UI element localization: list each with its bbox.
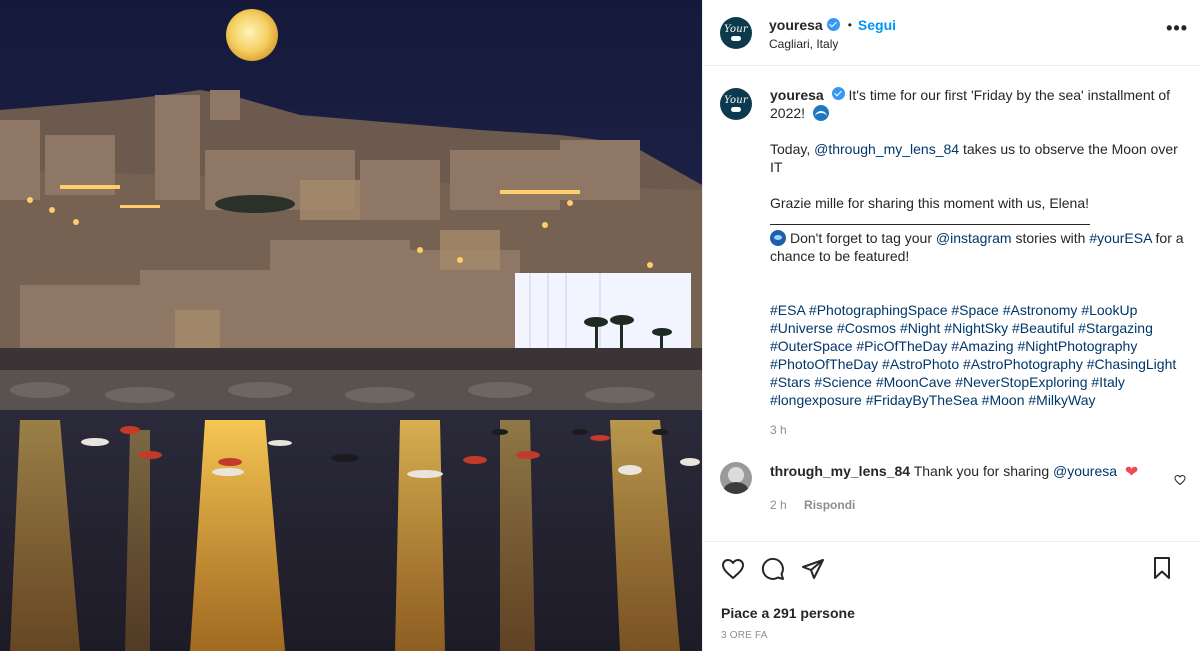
avatar-logo-mark: [731, 35, 741, 41]
instagram-post: Your youresa • Segui Cagliari, Italy •••…: [0, 0, 1200, 651]
more-options-icon[interactable]: •••: [1166, 18, 1188, 38]
avatar-logo-text: Your: [724, 23, 748, 35]
header-separator: •: [847, 17, 852, 32]
mention-instagram[interactable]: @instagram: [936, 230, 1012, 246]
comment-reply: through_my_lens_84 Thank you for sharing…: [720, 462, 1186, 514]
comments-section: Your youresa It's time for our first 'Fr…: [703, 66, 1200, 541]
author-username[interactable]: youresa: [769, 17, 823, 33]
avatar-logo-mark: [731, 107, 741, 112]
wave-emoji-icon: [812, 105, 829, 121]
hashtag-yourESA[interactable]: #yourESA: [1089, 230, 1151, 246]
caption-hashtags[interactable]: #ESA #PhotographingSpace #Space #Astrono…: [770, 301, 1186, 409]
action-bar: [721, 554, 1184, 584]
save-icon[interactable]: [1150, 556, 1174, 580]
post-photo[interactable]: [0, 0, 702, 651]
caption-line4-text: Don't forget to tag your: [790, 230, 936, 246]
caption-line4: Don't forget to tag your @instagram stor…: [770, 229, 1186, 265]
caption-timestamp[interactable]: 3 h: [770, 421, 1186, 439]
commenter-avatar[interactable]: [720, 462, 752, 494]
post-age[interactable]: 3 ORE FA: [721, 630, 1184, 641]
caption-body: youresa It's time for our first 'Friday …: [770, 86, 1186, 439]
caption-divider: [770, 224, 1090, 225]
post-actions-area: Piace a 291 persone 3 ORE FA: [703, 541, 1200, 651]
caption-line1: It's time for our first 'Friday by the s…: [770, 87, 1171, 121]
author-avatar[interactable]: Your: [720, 16, 752, 49]
caption-author-avatar[interactable]: Your: [720, 88, 752, 120]
share-icon[interactable]: [801, 557, 825, 581]
post-side-panel: Your youresa • Segui Cagliari, Italy •••…: [702, 0, 1200, 651]
red-heart-emoji-icon: ❤: [1124, 464, 1139, 481]
heart-icon[interactable]: [721, 557, 745, 581]
reply-text: Thank you for sharing: [913, 463, 1053, 479]
reply-timestamp[interactable]: 2 h: [770, 498, 787, 512]
reply-meta: 2 h Rispondi: [770, 496, 1170, 514]
caption-line2: Today, @through_my_lens_84 takes us to o…: [770, 140, 1186, 176]
verified-badge-icon: [826, 18, 840, 31]
caption-line2-text: Today,: [770, 141, 815, 157]
follow-button[interactable]: Segui: [858, 17, 896, 33]
likes-count[interactable]: Piace a 291 persone: [721, 605, 1184, 621]
reply-button[interactable]: Rispondi: [804, 498, 855, 512]
caption-line4-mid: stories with: [1011, 230, 1090, 246]
comment-icon[interactable]: [761, 557, 785, 581]
commenter-username[interactable]: through_my_lens_84: [770, 463, 910, 479]
caption-line3: Grazie mille for sharing this moment wit…: [770, 195, 1090, 211]
mention-through-my-lens[interactable]: @through_my_lens_84: [814, 141, 959, 157]
mention-youresa[interactable]: @youresa: [1053, 463, 1117, 479]
cityscape-photo: [0, 0, 702, 651]
reply-body: through_my_lens_84 Thank you for sharing…: [770, 462, 1170, 514]
verified-badge-icon: [831, 87, 845, 100]
moon: [226, 9, 278, 61]
like-comment-heart-icon[interactable]: [1174, 474, 1186, 486]
caption-username[interactable]: youresa: [770, 87, 824, 103]
post-location[interactable]: Cagliari, Italy: [769, 37, 896, 51]
avatar-logo-text: Your: [724, 95, 748, 106]
esa-logo-icon: [770, 230, 786, 246]
caption: Your youresa It's time for our first 'Fr…: [720, 86, 1186, 439]
post-header: Your youresa • Segui Cagliari, Italy •••: [703, 0, 1200, 66]
header-text: youresa • Segui Cagliari, Italy: [769, 15, 896, 51]
glowing-building: [515, 273, 691, 348]
